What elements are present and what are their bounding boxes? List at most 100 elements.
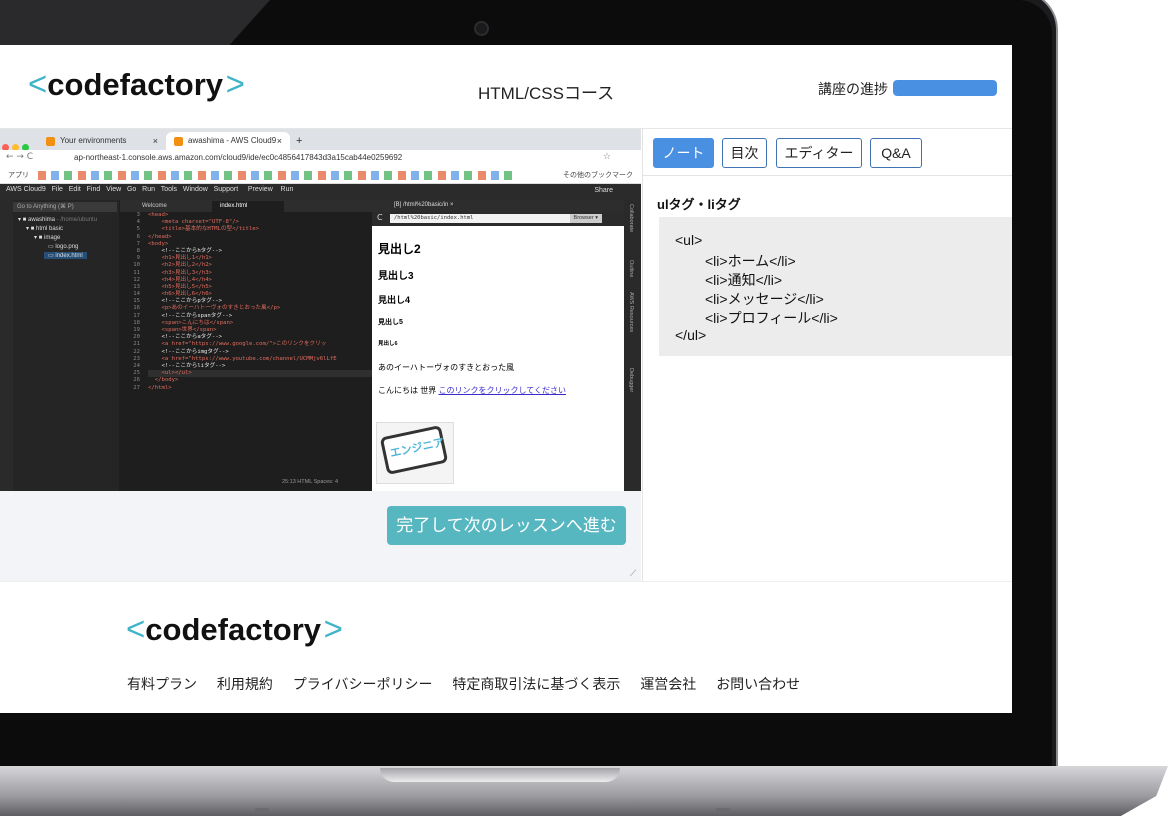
share-label: Share [594, 187, 613, 194]
footer-link-commerce[interactable]: 特定商取引法に基づく表示 [452, 676, 620, 692]
browser-address-bar: ← → C ap-northeast-1.console.aws.amazon.… [0, 150, 641, 168]
nav-arrows-icon: ← → C [6, 152, 34, 162]
laptop-foot [255, 808, 269, 812]
logo-bracket-open: < [126, 610, 146, 647]
line-number: 19 [133, 327, 140, 333]
preview-link: このリンクをクリックしてください [438, 386, 566, 395]
code-line: <body> [148, 240, 169, 247]
line-number: 15 [133, 298, 140, 305]
logo-bracket-close: > [225, 65, 245, 102]
other-bookmarks: その他のブックマーク [563, 172, 633, 179]
code-line: <span>こんにちは</span> [148, 319, 234, 326]
code-editor: <head> <meta charset="UTF-8"/> <title>基本… [148, 212, 373, 478]
tree-suffix: - /home/ubuntu [56, 217, 98, 223]
laptop-mockup: <codefactory > HTML/CSSコース 講座の進捗 Your en… [0, 0, 1168, 816]
footer-link-contact[interactable]: お問い合わせ [716, 676, 800, 692]
tab-editor[interactable]: エディター [776, 138, 862, 168]
tree-item: ▾ ■ awashima - /home/ubuntu [18, 217, 98, 223]
line-number: 5 [136, 226, 140, 233]
editor-status: 25:13 HTML Spaces: 4 [282, 479, 339, 485]
screen: <codefactory > HTML/CSSコース 講座の進捗 Your en… [0, 45, 1012, 713]
bookmark-icons [38, 171, 518, 180]
tree-item: ▭ index.html [44, 252, 87, 259]
site-footer: <codefactory > 有料プラン 利用規約 プライバシーポリシー 特定商… [0, 581, 1012, 713]
side-panel: ノート 目次 エディター Q&A ulタグ・liタグ <ul> <li>ホーム<… [642, 129, 1012, 581]
footer-link-company[interactable]: 運営会社 [640, 676, 696, 692]
panel-label: Outline [628, 260, 634, 278]
footer-link-terms[interactable]: 利用規約 [217, 676, 273, 692]
next-lesson-button[interactable]: 完了して次のレッスンへ進む [387, 506, 626, 545]
line-number: 10 [133, 262, 140, 269]
preview-h5: 見出し5 [378, 319, 403, 326]
laptop-notch [380, 768, 620, 782]
note-line: <li>プロフィール</li> [705, 310, 838, 326]
bezel-glare [0, 0, 270, 45]
tree-label: logo.png [55, 244, 79, 250]
goto-anything: Go to Anything (⌘ P) [13, 202, 117, 212]
preview-h6: 見出し6 [378, 341, 398, 347]
badge-text: エンジニア [389, 436, 446, 460]
panel-label: AWS Resources [628, 292, 634, 333]
aws-icon [46, 137, 55, 146]
course-title: HTML/CSSコース [478, 84, 615, 103]
progress-fill [893, 80, 997, 96]
line-number: 11 [133, 269, 140, 276]
tab-qa[interactable]: Q&A [870, 138, 922, 168]
lesson-video[interactable]: Your environments × awashima - AWS Cloud9… [0, 129, 641, 491]
apps-label: アプリ [8, 172, 29, 179]
browser-tab-cloud9: awashima - AWS Cloud9 × [166, 132, 290, 150]
new-tab-icon: + [296, 135, 303, 147]
resize-handle-icon[interactable]: ⟋ [630, 569, 640, 579]
line-number-gutter: 3 4 5 6 7 8 9 10 11 12 13 14 15 16 17 18 19 20 21 22 23 24 25 2… [120, 212, 144, 478]
editor-tab-label: index.html [220, 203, 248, 209]
footer-link-pricing[interactable]: 有料プラン [127, 676, 197, 692]
code-line: </body> [148, 377, 179, 384]
browser-tab-environments: Your environments × [38, 132, 166, 150]
tree-label: image [43, 235, 61, 241]
note-code-box: <ul> <li>ホーム</li> <li>通知</li> <li>メッセージ<… [659, 217, 1012, 356]
cloud9-menu-text: AWS Cloud9 File Edit Find View Go Run To… [6, 186, 294, 193]
logo-text: codefactory [145, 612, 322, 647]
note-line: </ul> [675, 327, 707, 343]
star-icon: ☆ [602, 152, 611, 162]
line-number: 24 [133, 362, 140, 369]
line-number: 12 [133, 276, 140, 283]
lesson-actions: 完了して次のレッスンへ進む ⟋ [0, 491, 641, 581]
site-header: <codefactory > HTML/CSSコース 講座の進捗 [0, 45, 1012, 129]
code-line: <!--ここからliタグ--> [148, 362, 226, 369]
preview-tab-label: [B] /html%20basic/in × [394, 202, 454, 208]
code-line: </head> [148, 233, 172, 240]
footer-link-privacy[interactable]: プライバシーポリシー [293, 676, 433, 692]
line-number: 17 [133, 312, 140, 319]
tree-item: ▾ ■ image [34, 235, 61, 241]
note-line: <li>ホーム</li> [705, 253, 796, 269]
line-number: 18 [133, 319, 140, 326]
cloud9-workspace: Go to Anything (⌘ P) ▾ ■ awashima - /hom… [0, 200, 641, 491]
code-line: <h4>見出し4</h4> [148, 276, 212, 283]
code-line: <head> [148, 212, 169, 218]
preview-pane: 見出し2 見出し3 見出し4 見出し5 見出し6 あのイーハトーヴォのすきとおっ… [372, 226, 624, 491]
footer-logo[interactable]: <codefactory > [126, 610, 343, 648]
line-number: 9 [136, 255, 140, 262]
site-logo[interactable]: <codefactory > [28, 65, 245, 103]
browser-tab-strip: Your environments × awashima - AWS Cloud9… [0, 129, 641, 151]
line-number: 8 [136, 247, 140, 254]
preview-h2: 見出し2 [378, 242, 421, 256]
line-number: 20 [133, 334, 140, 341]
engineer-badge: エンジニア [379, 424, 449, 476]
preview-url-text: /html%20basic/index.html [394, 215, 474, 221]
cloud9-right-panels: Collaborate Outline AWS Resources Debugg… [624, 200, 641, 491]
browser-tab-label: Your environments [60, 136, 127, 145]
line-number: 22 [133, 348, 140, 355]
code-line: </html> [148, 384, 172, 391]
code-line: <!--ここからspanタグ--> [148, 312, 233, 319]
code-line: <a href="https://www.youtube.com/channel… [148, 355, 337, 362]
panel-label: Debugger [628, 368, 634, 393]
code-line: <p>あのイーハトーヴォのすきとおった風</p> [148, 305, 281, 312]
tab-contents[interactable]: 目次 [722, 138, 767, 168]
line-number: 14 [133, 291, 140, 298]
code-line: <title>基本的なHTMLの型</title> [148, 226, 260, 233]
tab-notes[interactable]: ノート [653, 138, 714, 168]
tree-item: ▾ ■ html basic [26, 226, 63, 232]
camera-icon [474, 21, 489, 36]
